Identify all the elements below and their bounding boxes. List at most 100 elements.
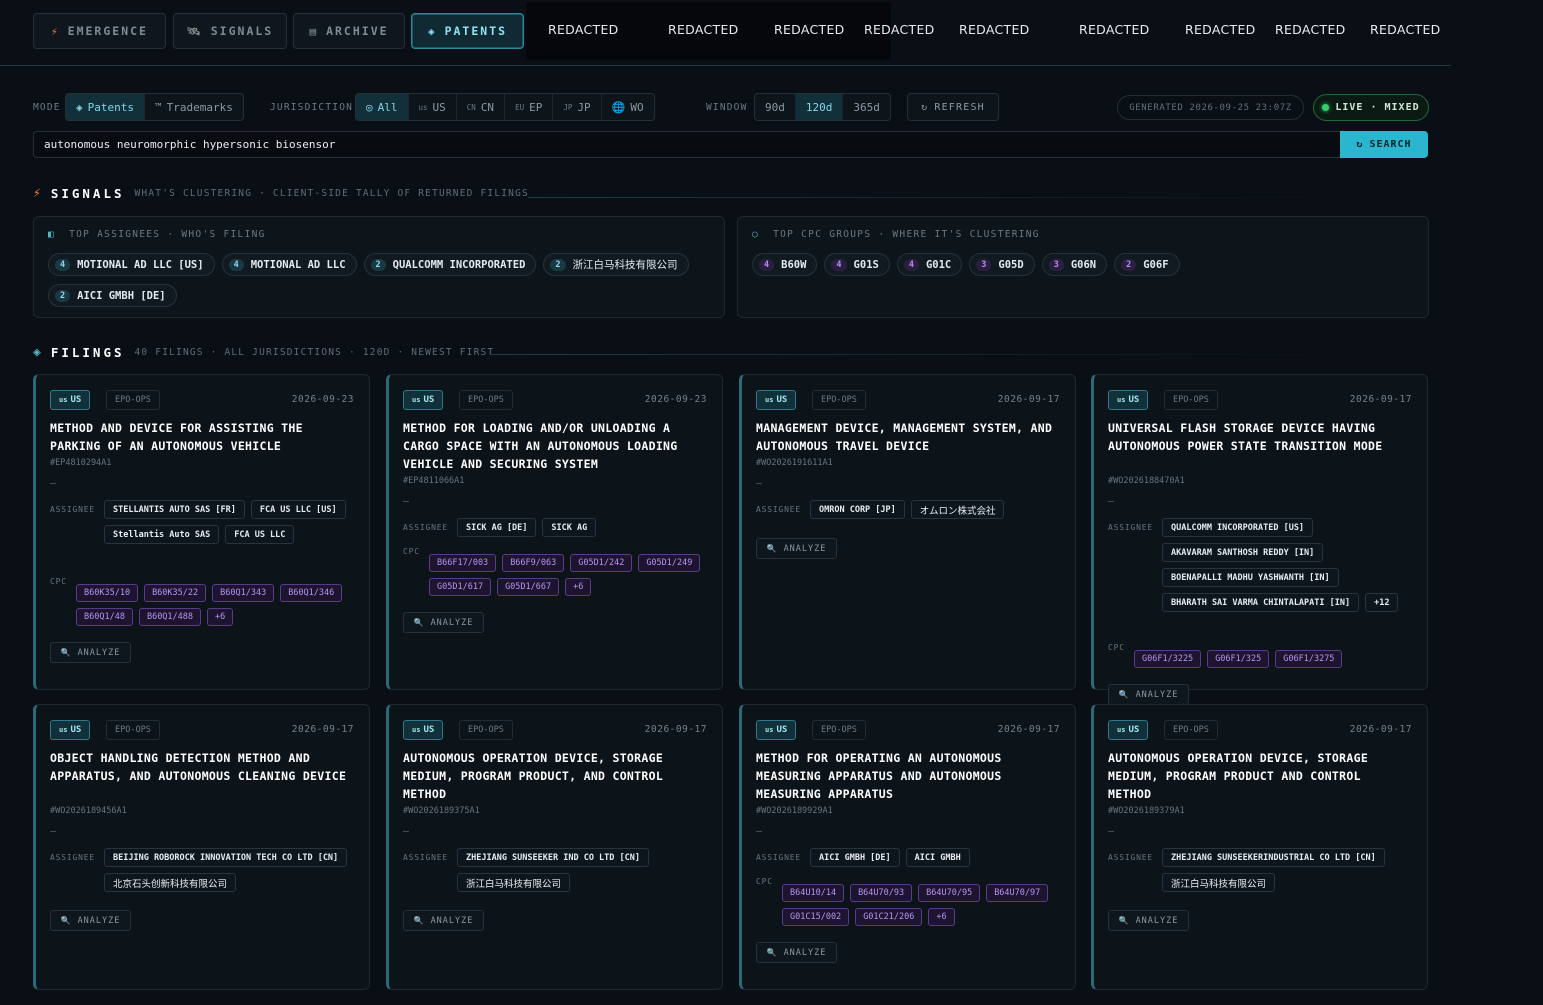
filing-title[interactable]: METHOD AND DEVICE FOR ASSISTING THE PARK… [50, 419, 350, 455]
cpc-chip[interactable]: 4B60W [752, 253, 817, 276]
nav-link[interactable]: REDACTED [864, 22, 935, 37]
analyze-button[interactable]: 🔍ANALYZE [50, 642, 131, 663]
jurisdiction-jp[interactable]: JP JP [553, 94, 601, 120]
cpc-tag[interactable]: B60K35/22 [144, 584, 206, 602]
jurisdiction-cn[interactable]: CN CN [457, 94, 505, 120]
nav-link[interactable]: REDACTED [1185, 22, 1256, 37]
cpc-tag[interactable]: G05D1/667 [497, 578, 559, 596]
filing-card[interactable]: usUSEPO-OPS2026-09-17OBJECT HANDLING DET… [33, 704, 370, 990]
cpc-tag[interactable]: B60Q1/343 [212, 584, 274, 602]
analyze-button[interactable]: 🔍ANALYZE [1108, 910, 1189, 931]
assignee-chip[interactable]: SICK AG [DE] [457, 518, 536, 537]
assignee-chip[interactable]: BOENAPALLI MADHU YASHWANTH [IN] [1162, 568, 1339, 587]
nav-link[interactable]: REDACTED [668, 22, 739, 37]
jurisdiction-wo[interactable]: 🌐 WO [602, 94, 654, 120]
analyze-button[interactable]: 🔍ANALYZE [403, 910, 484, 931]
search-button[interactable]: ↻ SEARCH [1340, 131, 1428, 158]
cpc-tag[interactable]: G06F1/325 [1207, 650, 1269, 668]
assignee-chip[interactable]: FCA US LLC [225, 525, 294, 544]
filing-title[interactable]: METHOD FOR LOADING AND/OR UNLOADING A CA… [403, 419, 703, 473]
nav-link[interactable]: REDACTED [1370, 22, 1441, 37]
cpc-tag[interactable]: G01C15/002 [782, 908, 849, 926]
window-120d[interactable]: 120d [796, 94, 844, 120]
assignee-chip[interactable]: 2QUALCOMM INCORPORATED [364, 253, 537, 276]
cpc-chip[interactable]: 3G05D [969, 253, 1034, 276]
analyze-button[interactable]: 🔍ANALYZE [756, 942, 837, 963]
assignee-chip[interactable]: オムロン株式会社 [911, 500, 1005, 519]
cpc-tag[interactable]: B64U10/14 [782, 884, 844, 902]
cpc-tag[interactable]: B60Q1/488 [139, 608, 201, 626]
mode-trademarks[interactable]: ™ Trademarks [145, 94, 243, 120]
nav-link[interactable]: REDACTED [774, 22, 845, 37]
filing-card[interactable]: usUSEPO-OPS2026-09-23METHOD FOR LOADING … [386, 374, 723, 690]
cpc-tag[interactable]: B66F17/003 [429, 554, 496, 572]
filing-title[interactable]: AUTONOMOUS OPERATION DEVICE, STORAGE MED… [1108, 749, 1408, 803]
assignee-chip[interactable]: 浙江白马科技有限公司 [457, 873, 570, 892]
nav-link[interactable]: REDACTED [1079, 22, 1150, 37]
filing-card[interactable]: usUSEPO-OPS2026-09-17UNIVERSAL FLASH STO… [1091, 374, 1428, 690]
cpc-chip[interactable]: 3G06N [1042, 253, 1107, 276]
cpc-tag[interactable]: G05D1/242 [570, 554, 632, 572]
filing-title[interactable]: OBJECT HANDLING DETECTION METHOD AND APP… [50, 749, 350, 785]
assignee-chip[interactable]: 2AICI GMBH [DE] [48, 284, 177, 307]
cpc-tag[interactable]: +6 [565, 578, 591, 596]
filing-card[interactable]: usUSEPO-OPS2026-09-17AUTONOMOUS OPERATIO… [386, 704, 723, 990]
assignee-chip[interactable]: QUALCOMM INCORPORATED [US] [1162, 518, 1313, 537]
assignee-chip[interactable]: AICI GMBH [906, 848, 970, 867]
tab-emergence[interactable]: ⚡ EMERGENCE [33, 13, 166, 49]
cpc-tag[interactable]: B64U70/93 [850, 884, 912, 902]
assignee-chip[interactable]: FCA US LLC [US] [251, 500, 346, 519]
tab-signals[interactable]: 🛰 SIGNALS [173, 13, 287, 49]
assignee-chip[interactable]: 北京石头创新科技有限公司 [104, 873, 236, 892]
jurisdiction-ep[interactable]: EU EP [505, 94, 553, 120]
assignee-chip[interactable]: ZHEJIANG SUNSEEKERINDUSTRIAL CO LTD [CN] [1162, 848, 1385, 867]
analyze-button[interactable]: 🔍ANALYZE [403, 612, 484, 633]
cpc-tag[interactable]: B60K35/10 [76, 584, 138, 602]
cpc-chip[interactable]: 2G06F [1114, 253, 1179, 276]
cpc-tag[interactable]: B66F9/063 [502, 554, 564, 572]
assignee-chip[interactable]: AKAVARAM SANTHOSH REDDY [IN] [1162, 543, 1323, 562]
cpc-tag[interactable]: B60Q1/48 [76, 608, 133, 626]
filing-title[interactable]: METHOD FOR OPERATING AN AUTONOMOUS MEASU… [756, 749, 1056, 803]
cpc-tag[interactable]: G05D1/617 [429, 578, 491, 596]
filing-title[interactable]: MANAGEMENT DEVICE, MANAGEMENT SYSTEM, AN… [756, 419, 1056, 455]
assignee-chip[interactable]: BEIJING ROBOROCK INNOVATION TECH CO LTD … [104, 848, 347, 867]
cpc-tag[interactable]: +6 [207, 608, 233, 626]
jurisdiction-us[interactable]: us US [409, 94, 457, 120]
assignee-chip[interactable]: 4MOTIONAL AD LLC [US] [48, 253, 215, 276]
assignee-chip[interactable]: 2浙江白马科技有限公司 [543, 253, 688, 276]
cpc-tag[interactable]: B64U70/95 [918, 884, 980, 902]
cpc-chip[interactable]: 4G01C [897, 253, 962, 276]
filing-card[interactable]: usUSEPO-OPS2026-09-17METHOD FOR OPERATIN… [739, 704, 1076, 990]
assignee-chip[interactable]: OMRON CORP [JP] [810, 500, 905, 519]
nav-link[interactable]: REDACTED [548, 22, 619, 37]
cpc-tag[interactable]: G06F1/3275 [1275, 650, 1342, 668]
assignee-chip[interactable]: 浙江白马科技有限公司 [1162, 873, 1275, 892]
cpc-chip[interactable]: 4G01S [824, 253, 889, 276]
assignee-chip[interactable]: Stellantis Auto SAS [104, 525, 219, 544]
cpc-tag[interactable]: G05D1/249 [638, 554, 700, 572]
refresh-button[interactable]: ↻ REFRESH [907, 93, 999, 121]
window-365d[interactable]: 365d [843, 94, 890, 120]
nav-link[interactable]: REDACTED [1275, 22, 1346, 37]
filing-title[interactable]: UNIVERSAL FLASH STORAGE DEVICE HAVING AU… [1108, 419, 1408, 455]
assignee-chip[interactable]: 4MOTIONAL AD LLC [222, 253, 357, 276]
cpc-tag[interactable]: G06F1/3225 [1134, 650, 1201, 668]
assignee-chip[interactable]: STELLANTIS AUTO SAS [FR] [104, 500, 245, 519]
tab-archive[interactable]: ▤ ARCHIVE [293, 13, 405, 49]
cpc-tag[interactable]: B60Q1/346 [280, 584, 342, 602]
filing-card[interactable]: usUSEPO-OPS2026-09-17MANAGEMENT DEVICE, … [739, 374, 1076, 690]
analyze-button[interactable]: 🔍ANALYZE [1108, 684, 1189, 705]
assignee-chip[interactable]: SICK AG [542, 518, 596, 537]
cpc-tag[interactable]: B64U70/97 [986, 884, 1048, 902]
assignee-chip[interactable]: +12 [1365, 593, 1398, 612]
tab-patents[interactable]: ◈ PATENTS [411, 13, 524, 49]
nav-link[interactable]: REDACTED [959, 22, 1030, 37]
assignee-chip[interactable]: ZHEJIANG SUNSEEKER IND CO LTD [CN] [457, 848, 649, 867]
cpc-tag[interactable]: G01C21/206 [855, 908, 922, 926]
analyze-button[interactable]: 🔍ANALYZE [50, 910, 131, 931]
window-90d[interactable]: 90d [755, 94, 796, 120]
mode-patents[interactable]: ◈ Patents [66, 94, 145, 120]
assignee-chip[interactable]: BHARATH SAI VARMA CHINTALAPATI [IN] [1162, 593, 1359, 612]
analyze-button[interactable]: 🔍ANALYZE [756, 538, 837, 559]
